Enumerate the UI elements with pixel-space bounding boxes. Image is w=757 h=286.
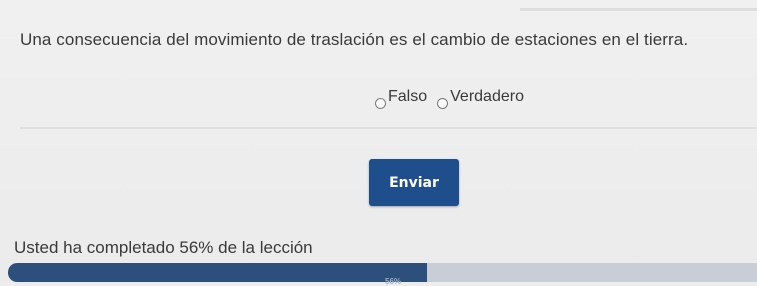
lesson-page: Una consecuencia del movimiento de trasl… <box>0 0 757 286</box>
question-text: Una consecuencia del movimiento de trasl… <box>20 30 689 49</box>
answer-options: Falso Verdadero <box>375 88 524 109</box>
progress-bar <box>8 263 757 282</box>
option-verdadero-label: Verdadero <box>450 88 524 105</box>
top-divider <box>520 8 757 11</box>
progress-text: Usted ha completado 56% de la lección <box>14 238 313 257</box>
progress-bar-fill <box>8 263 428 282</box>
section-divider <box>20 127 757 129</box>
radio-falso[interactable] <box>375 98 386 109</box>
option-falso-label: Falso <box>388 88 428 105</box>
option-verdadero[interactable]: Verdadero <box>437 88 524 109</box>
radio-verdadero[interactable] <box>437 98 449 109</box>
submit-button[interactable]: Enviar <box>369 159 459 206</box>
option-falso[interactable]: Falso <box>375 88 427 109</box>
